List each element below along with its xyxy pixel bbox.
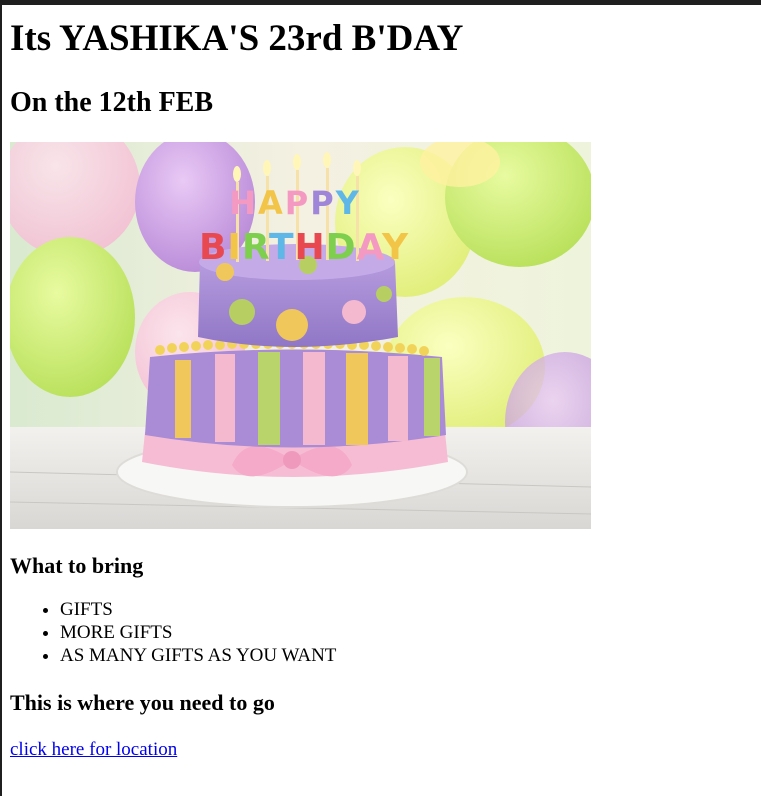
gift-list: GIFTS MORE GIFTS AS MANY GIFTS AS YOU WA…: [10, 598, 750, 667]
birthday-cake-image: HAPPY BIRTHDAY: [10, 142, 591, 529]
list-item: AS MANY GIFTS AS YOU WANT: [60, 644, 750, 667]
location-heading: This is where you need to go: [10, 690, 275, 715]
bring-heading: What to bring: [10, 553, 144, 578]
svg-text:HAPPY: HAPPY: [229, 184, 361, 222]
page-content: Its YASHIKA'S 23rd B'DAY On the 12th FEB: [10, 5, 750, 761]
list-item: GIFTS: [60, 598, 750, 621]
location-link[interactable]: click here for location: [10, 739, 177, 761]
page-subtitle-date: On the 12th FEB: [10, 87, 214, 118]
list-item: MORE GIFTS: [60, 621, 750, 644]
window-left-border: [0, 0, 2, 796]
svg-text:BIRTHDAY: BIRTHDAY: [199, 227, 409, 268]
page-title: Its YASHIKA'S 23rd B'DAY: [10, 18, 464, 59]
